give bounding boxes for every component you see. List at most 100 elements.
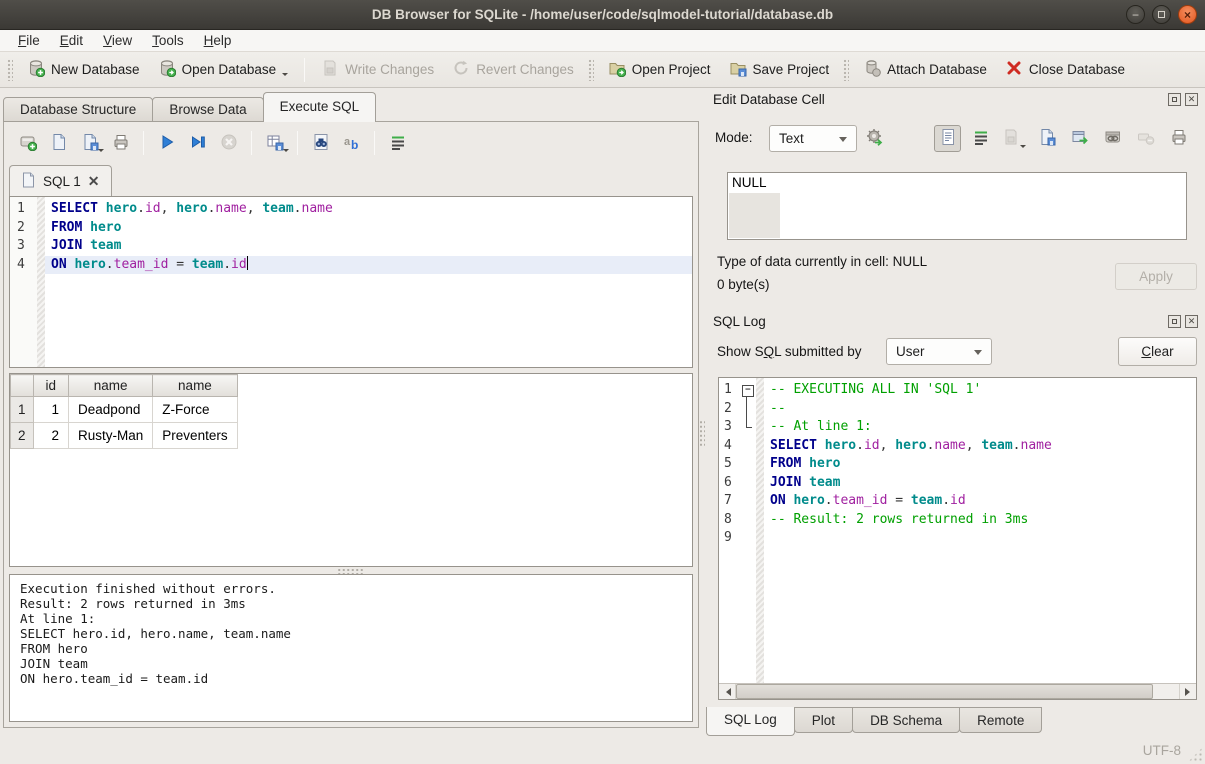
close-tab-icon[interactable]: ✕: [88, 174, 100, 188]
copy-link-button[interactable]: [1099, 125, 1126, 152]
results-corner-cell[interactable]: [11, 375, 34, 397]
execution-output[interactable]: Execution finished without errors. Resul…: [9, 574, 693, 722]
tab-browse-data[interactable]: Browse Data: [152, 97, 263, 122]
table-cell[interactable]: Rusty-Man: [69, 423, 153, 449]
code-line[interactable]: 8-- Result: 2 rows returned in 3ms: [719, 511, 1196, 530]
tab-sql-log[interactable]: SQL Log: [706, 707, 795, 736]
fold-margin: [739, 511, 756, 530]
fold-margin: [739, 474, 756, 493]
row-header[interactable]: 2: [11, 423, 34, 449]
project-open-icon: [608, 59, 626, 80]
code-line[interactable]: 5FROM hero: [719, 455, 1196, 474]
column-header[interactable]: id: [33, 375, 69, 397]
code-line[interactable]: 3-- At line 1:: [719, 418, 1196, 437]
save-project-button[interactable]: Save Project: [720, 56, 839, 83]
toolbar-drag-handle[interactable]: [843, 59, 849, 81]
toolbar-drag-handle[interactable]: [588, 59, 594, 81]
code-line[interactable]: 7ON hero.team_id = team.id: [719, 492, 1196, 511]
text-cursor: [247, 256, 249, 270]
table-cell[interactable]: 2: [33, 423, 69, 449]
attach-database-button[interactable]: Attach Database: [854, 56, 996, 83]
table-row: 11DeadpondZ-Force: [11, 397, 238, 423]
table-cell[interactable]: Z-Force: [153, 397, 237, 423]
execute-all-button[interactable]: [151, 130, 182, 157]
fold-marker-icon[interactable]: [739, 418, 756, 437]
open-sql-file-button[interactable]: [43, 130, 74, 157]
code-line[interactable]: 1SELECT hero.id, hero.name, team.name: [10, 200, 692, 219]
tab-plot[interactable]: Plot: [794, 707, 853, 733]
line-number: 2: [10, 219, 37, 238]
find-replace-button[interactable]: [305, 130, 336, 157]
auto-mode-button[interactable]: [861, 125, 888, 152]
scroll-right-icon[interactable]: [1179, 684, 1196, 699]
open-project-button[interactable]: Open Project: [599, 56, 720, 83]
print-button[interactable]: [105, 130, 136, 157]
new-database-button[interactable]: New Database: [18, 56, 149, 83]
column-header[interactable]: name: [69, 375, 153, 397]
tab-execute-sql[interactable]: Execute SQL: [263, 92, 377, 122]
column-header[interactable]: name: [153, 375, 237, 397]
titlebar[interactable]: DB Browser for SQLite - /home/user/code/…: [0, 0, 1205, 30]
code-line[interactable]: 6JOIN team: [719, 474, 1196, 493]
code-line[interactable]: 1-- EXECUTING ALL IN 'SQL 1': [719, 381, 1196, 400]
save-file-button[interactable]: [1033, 125, 1060, 152]
export-external-button[interactable]: [1066, 125, 1093, 152]
text-mode-button[interactable]: [934, 125, 961, 152]
menu-help[interactable]: Help: [194, 31, 242, 50]
open-database-button[interactable]: Open Database: [149, 56, 298, 83]
scroll-left-icon[interactable]: [719, 684, 736, 699]
tab-database-structure[interactable]: Database Structure: [3, 97, 153, 122]
print-icon: [112, 133, 130, 154]
row-header[interactable]: 1: [11, 397, 34, 423]
table-cell[interactable]: 1: [33, 397, 69, 423]
word-wrap-button[interactable]: [382, 130, 413, 157]
code-line[interactable]: 2FROM hero: [10, 219, 692, 238]
scrollbar-thumb[interactable]: [736, 684, 1153, 699]
code-line[interactable]: 9: [719, 529, 1196, 548]
word-wrap-button[interactable]: [967, 125, 994, 152]
sql-file-tab[interactable]: SQL 1 ✕: [9, 165, 112, 196]
code-line[interactable]: 4SELECT hero.id, hero.name, team.name: [719, 437, 1196, 456]
menu-view[interactable]: View: [93, 31, 142, 50]
word-wrap-icon: [972, 128, 990, 149]
code-line[interactable]: 3JOIN team: [10, 237, 692, 256]
log-filter-combobox[interactable]: User: [886, 338, 992, 365]
minimize-icon[interactable]: −: [1126, 5, 1145, 24]
mode-combobox[interactable]: Text: [769, 125, 857, 152]
menu-tools[interactable]: Tools: [142, 31, 194, 50]
new-sql-tab-button[interactable]: [12, 130, 43, 157]
save-results-button[interactable]: [259, 130, 290, 157]
close-database-button[interactable]: Close Database: [996, 56, 1134, 83]
fold-marker-icon[interactable]: [739, 381, 756, 400]
float-dock-icon[interactable]: [1168, 315, 1181, 328]
menu-edit[interactable]: Edit: [50, 31, 93, 50]
tab-remote[interactable]: Remote: [959, 707, 1042, 733]
save-sql-file-button[interactable]: [74, 130, 105, 157]
fold-margin: [739, 492, 756, 511]
horizontal-scrollbar[interactable]: [719, 683, 1196, 699]
execute-line-button[interactable]: [182, 130, 213, 157]
maximize-icon[interactable]: [1152, 5, 1171, 24]
clear-button[interactable]: Clear: [1118, 337, 1197, 366]
fold-marker-icon[interactable]: [739, 400, 756, 419]
apply-button[interactable]: Apply: [1115, 263, 1197, 290]
print-button[interactable]: [1165, 125, 1192, 152]
sql-editor[interactable]: 1SELECT hero.id, hero.name, team.name2FR…: [9, 196, 693, 368]
code-line[interactable]: 4ON hero.team_id = team.id: [10, 256, 692, 275]
close-icon[interactable]: ×: [1178, 5, 1197, 24]
close-dock-icon[interactable]: ✕: [1185, 93, 1198, 106]
close-dock-icon[interactable]: ✕: [1185, 315, 1198, 328]
float-dock-icon[interactable]: [1168, 93, 1181, 106]
tab-db-schema[interactable]: DB Schema: [852, 707, 960, 733]
open-sql-file-icon: [50, 133, 68, 154]
toolbar-drag-handle[interactable]: [7, 59, 13, 81]
table-cell[interactable]: Deadpond: [69, 397, 153, 423]
format-sql-button[interactable]: ab: [336, 130, 367, 157]
table-cell[interactable]: Preventers: [153, 423, 237, 449]
cell-value-editor[interactable]: NULL: [727, 172, 1187, 240]
menu-file[interactable]: File: [8, 31, 50, 50]
scrollbar-track[interactable]: [736, 684, 1179, 699]
code-text: --: [764, 400, 792, 419]
sql-log-view[interactable]: 1-- EXECUTING ALL IN 'SQL 1'2--3-- At li…: [718, 377, 1197, 700]
code-line[interactable]: 2--: [719, 400, 1196, 419]
